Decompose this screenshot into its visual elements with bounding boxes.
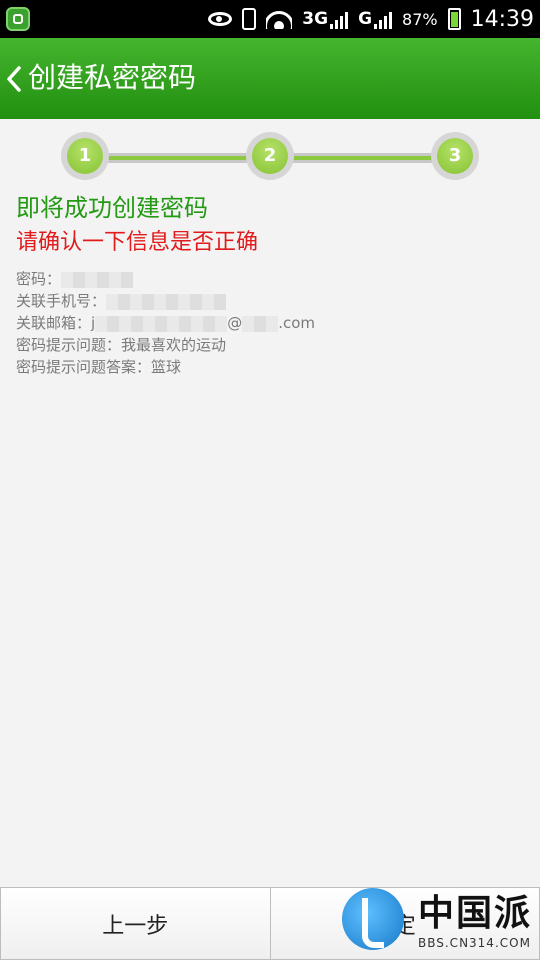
- confirm-warning: 请确认一下信息是否正确: [16, 230, 259, 255]
- step-1: 1: [61, 132, 109, 180]
- info-label: 关联手机号：: [16, 292, 107, 310]
- info-list: 密码： 关联手机号： 关联邮箱：j @ .com 密码提示问题：我最喜欢的运动 密码…: [16, 268, 315, 378]
- signal-3g-indicator: 3G: [302, 9, 349, 29]
- chevron-left-icon: [7, 66, 21, 92]
- email-domain: com: [282, 314, 316, 332]
- signal-bars-icon: [330, 9, 349, 29]
- progress-stepper: 1 2 3: [0, 130, 540, 186]
- info-row-hint-question: 密码提示问题：我最喜欢的运动: [16, 334, 315, 356]
- network-g-label: G: [358, 9, 373, 29]
- info-value: 篮球: [151, 358, 182, 376]
- info-row-phone: 关联手机号：: [16, 290, 315, 312]
- info-label: 密码提示问题答案：: [16, 358, 152, 376]
- step-number: 2: [252, 138, 288, 174]
- info-label: 密码提示问题：: [16, 336, 122, 354]
- watermark: 中国派 BBS.CN314.COM: [340, 884, 540, 960]
- info-value: 我最喜欢的运动: [121, 336, 227, 354]
- site-logo-icon: [342, 888, 404, 950]
- app-notification-icon: [6, 7, 30, 31]
- step-3: 3: [431, 132, 479, 180]
- confirm-heading: 即将成功创建密码: [16, 194, 208, 222]
- step-connector: [280, 153, 445, 163]
- title-bar: 创建私密密码: [0, 38, 540, 119]
- redacted-value: [61, 271, 134, 288]
- page-title: 创建私密密码: [28, 61, 197, 94]
- signal-bars-icon: [374, 9, 393, 29]
- info-row-email: 关联邮箱：j @ .com: [16, 314, 316, 332]
- info-label: 密码：: [16, 270, 62, 288]
- step-2: 2: [246, 132, 294, 180]
- battery-percent: 87%: [402, 9, 438, 29]
- info-label: 关联邮箱：: [16, 314, 92, 332]
- wifi-icon: [266, 9, 293, 29]
- clock: 14:39: [470, 6, 534, 32]
- eye-icon: [208, 12, 233, 26]
- previous-step-button[interactable]: 上一步: [0, 887, 271, 960]
- redacted-value: [242, 315, 279, 332]
- step-number: 3: [437, 138, 473, 174]
- network-3g-label: 3G: [302, 9, 329, 29]
- signal-g-indicator: G: [358, 9, 393, 29]
- redacted-value: [95, 315, 228, 332]
- battery-icon: [447, 8, 461, 30]
- watermark-text: 中国派: [418, 893, 533, 934]
- step-connector: [100, 153, 260, 163]
- info-row-hint-answer: 密码提示问题答案：篮球: [16, 356, 315, 378]
- step-number: 1: [67, 138, 103, 174]
- watermark-url: BBS.CN314.COM: [418, 936, 531, 950]
- phone-vibrate-icon: [242, 8, 257, 30]
- redacted-value: [106, 293, 227, 310]
- email-at: @: [227, 314, 243, 332]
- status-bar: 3G G 87% 14:39: [0, 0, 540, 38]
- info-row-password: 密码：: [16, 268, 315, 290]
